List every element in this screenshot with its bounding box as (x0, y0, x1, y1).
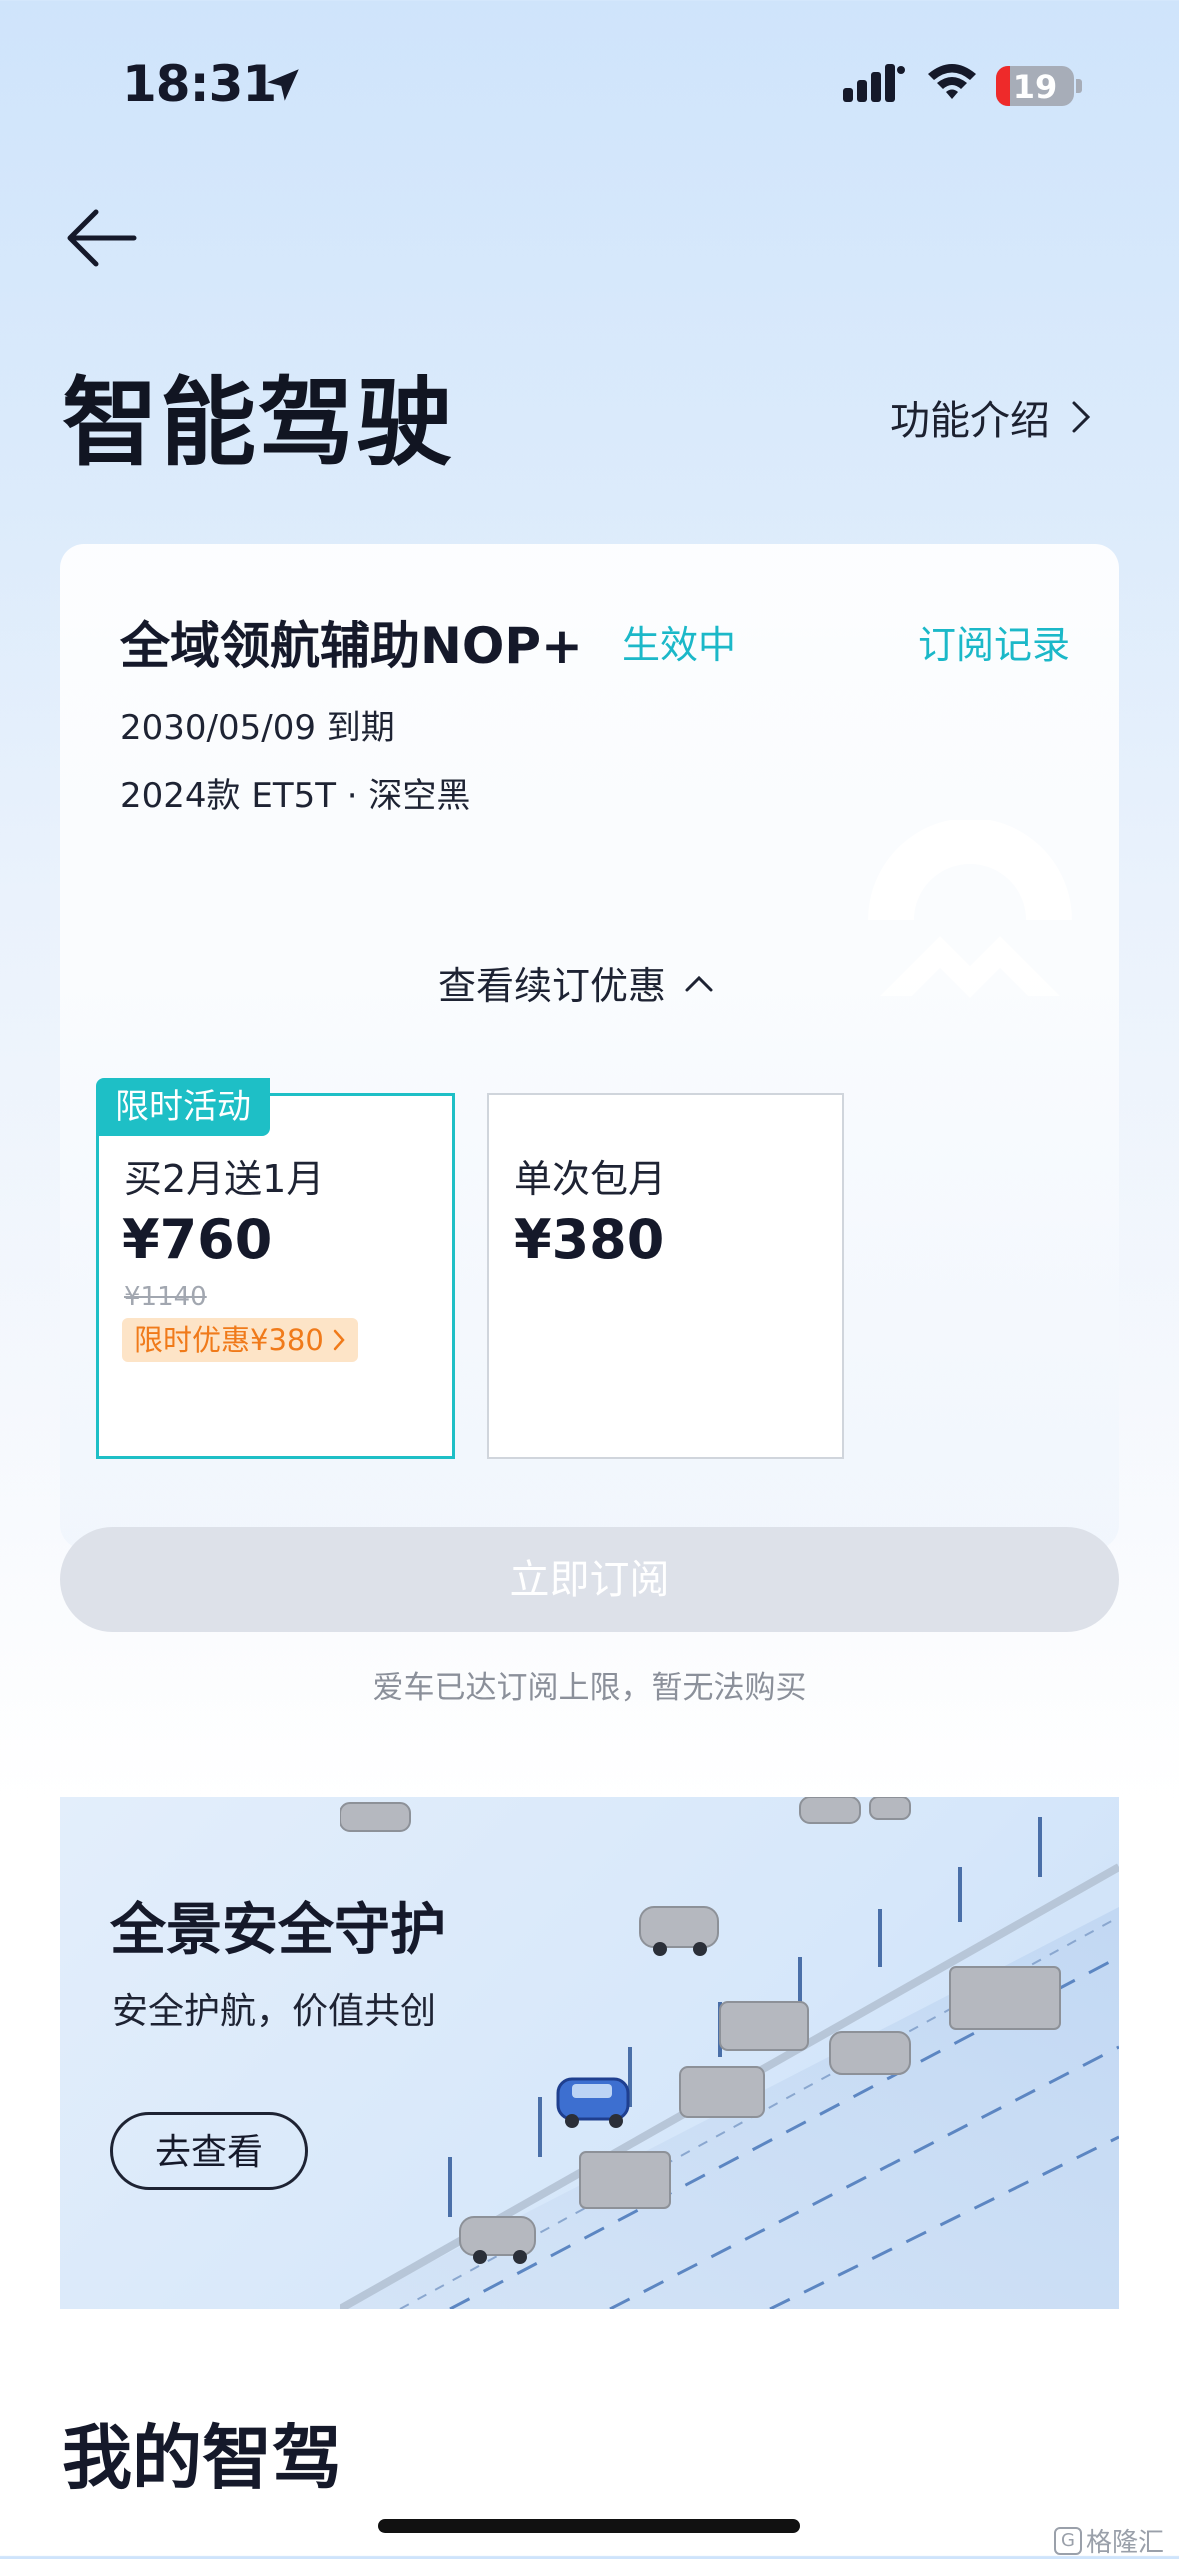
renewal-offers-label: 查看续订优惠 (438, 964, 667, 1008)
view-button[interactable]: 去查看 (110, 2112, 308, 2190)
page-title: 智能驾驶 (62, 367, 454, 479)
plan-price: ¥760 (122, 1208, 273, 1271)
subscription-name: 全域领航辅助NOP+ (120, 617, 583, 675)
plan-name: 买2月送1月 (124, 1157, 325, 1201)
cellular-signal-icon (843, 64, 905, 102)
car-model: 2024款 ET5T · 深空黑 (120, 776, 471, 816)
original-price: ¥1140 (124, 1282, 207, 1312)
subscription-record-link[interactable]: 订阅记录 (918, 614, 1070, 669)
watermark-text: 格隆汇 (1086, 2528, 1165, 2558)
safety-title: 全景安全守护 (110, 1898, 446, 1963)
chevron-up-icon (685, 975, 713, 991)
wifi-icon (928, 64, 976, 99)
watermark: G 格隆汇 (1054, 2522, 1164, 2559)
feature-intro-label: 功能介绍 (890, 398, 1050, 444)
battery-cap (1076, 79, 1082, 93)
highway-illustration (340, 1797, 1119, 2309)
feature-intro-link[interactable]: 功能介绍 (890, 388, 1092, 446)
plan-price: ¥380 (514, 1208, 665, 1271)
limited-offer-tag: 限时活动 (96, 1078, 270, 1136)
safety-subtitle: 安全护航，价值共创 (112, 1991, 437, 2032)
nio-logo-icon (868, 820, 1072, 998)
chevron-right-icon (333, 1329, 345, 1351)
location-arrow-icon (267, 69, 299, 101)
status-badge: 生效中 (622, 623, 737, 667)
battery-indicator: 19 (996, 66, 1074, 106)
battery-level: 19 (1012, 68, 1058, 106)
chevron-right-icon (1072, 401, 1091, 433)
back-arrow-icon[interactable] (62, 198, 142, 278)
subscribe-button[interactable]: 立即订阅 (60, 1527, 1119, 1632)
discount-label: 限时优惠¥380 (134, 1323, 324, 1357)
watermark-logo-icon: G (1054, 2526, 1082, 2555)
home-indicator[interactable] (378, 2519, 800, 2533)
status-time: 18:31 (122, 55, 277, 113)
expire-date: 2030/05/09 到期 (120, 708, 395, 748)
plan-name: 单次包月 (514, 1157, 667, 1201)
renewal-offers-toggle[interactable]: 查看续订优惠 (438, 955, 714, 1010)
section-title-my-drive: 我的智驾 (62, 2417, 342, 2499)
limit-note: 爱车已达订阅上限，暂无法购买 (372, 1670, 807, 1706)
discount-badge[interactable]: 限时优惠¥380 (122, 1318, 358, 1362)
